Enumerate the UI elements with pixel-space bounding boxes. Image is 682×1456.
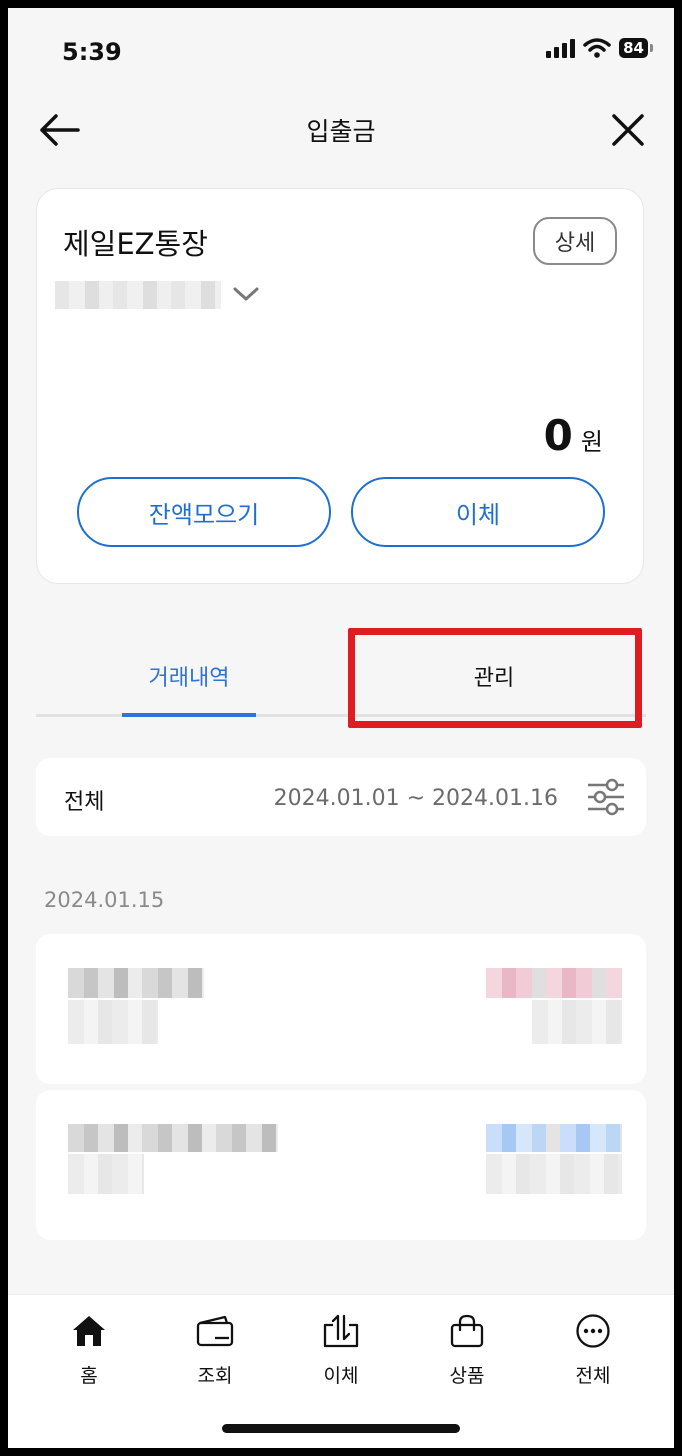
tab-active-indicator: [122, 713, 256, 717]
tab-transactions[interactable]: 거래내역: [36, 636, 342, 716]
balance-unit: 원: [580, 428, 603, 456]
shopping-bag-icon: [450, 1314, 484, 1348]
transaction-sub-masked: [68, 1000, 158, 1044]
status-time: 5:39: [62, 38, 122, 66]
nav-transfer-label: 이체: [323, 1365, 359, 1387]
account-name: 제일EZ통장: [63, 227, 208, 261]
transaction-title-masked: [68, 1124, 278, 1152]
transaction-title-masked: [68, 968, 204, 998]
nav-all-label: 전체: [575, 1365, 611, 1387]
transaction-balance-masked: [532, 1000, 622, 1044]
nav-home[interactable]: 홈: [39, 1313, 139, 1388]
balance: 0 원: [544, 411, 603, 460]
nav-all[interactable]: 전체: [543, 1313, 643, 1388]
transfer-icon: [323, 1314, 359, 1348]
tab-bar: 거래내역 관리: [36, 636, 646, 718]
close-icon: [612, 114, 644, 146]
account-card: 제일EZ통장 상세 0 원 잔액모으기 이체: [36, 188, 644, 584]
home-icon: [73, 1316, 105, 1346]
more-icon: [576, 1314, 610, 1348]
transaction-amount-masked: [486, 1124, 622, 1152]
nav-products[interactable]: 상품: [417, 1313, 517, 1388]
close-button[interactable]: [608, 110, 648, 150]
balance-amount: 0: [543, 411, 573, 460]
nav-inquiry[interactable]: 조회: [165, 1313, 265, 1388]
transaction-item[interactable]: [36, 934, 646, 1084]
chevron-down-icon: [233, 287, 259, 301]
collect-balance-button[interactable]: 잔액모으기: [77, 477, 331, 547]
app-screen: 5:39 84 입출금 제일EZ통장 상세 0 원 잔액모으기 이체 거래내역 …: [8, 8, 674, 1448]
detail-button[interactable]: 상세: [533, 217, 617, 265]
transaction-amount-masked: [486, 968, 622, 998]
wifi-icon: [583, 38, 611, 58]
status-icons: 84: [545, 38, 653, 58]
page-title: 입출금: [306, 117, 376, 146]
account-number-masked: [55, 281, 221, 309]
transfer-button[interactable]: 이체: [351, 477, 605, 547]
transaction-sub-masked: [68, 1154, 144, 1194]
home-indicator[interactable]: [222, 1424, 460, 1433]
battery-indicator: 84: [619, 38, 653, 58]
tab-manage[interactable]: 관리: [342, 636, 646, 716]
transaction-date-header: 2024.01.15: [44, 888, 165, 912]
transaction-item[interactable]: [36, 1090, 646, 1240]
nav-inquiry-label: 조회: [197, 1365, 233, 1387]
filter-type: 전체: [64, 790, 105, 815]
sliders-icon: [588, 778, 624, 816]
filter-date-range: 2024.01.01 ~ 2024.01.16: [273, 786, 558, 811]
nav-products-label: 상품: [449, 1365, 485, 1387]
nav-home-label: 홈: [80, 1365, 98, 1387]
transaction-balance-masked: [486, 1154, 622, 1194]
wallet-icon: [196, 1315, 234, 1347]
account-dropdown[interactable]: [231, 283, 261, 305]
signal-icon: [546, 39, 576, 58]
nav-transfer[interactable]: 이체: [291, 1313, 391, 1388]
filter-row[interactable]: 전체 2024.01.01 ~ 2024.01.16: [36, 758, 646, 836]
